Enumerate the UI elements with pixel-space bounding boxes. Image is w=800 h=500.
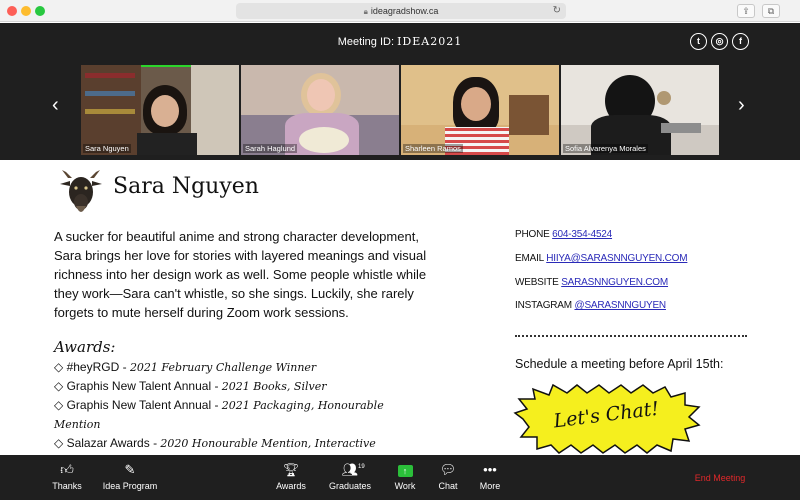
award-item: ◇ #heyRGD - 2021 February Challenge Winn… [54, 360, 317, 374]
participant-strip: Sara Nguyen Sarah Haglund Sharleen Ramos [80, 65, 720, 155]
contact-website: WEBSITE SARASNNGUYEN.COM [515, 277, 785, 288]
email-label: EMAIL [515, 253, 544, 264]
participant-name: Sharleen Ramos [403, 144, 463, 153]
phone-link[interactable]: 604-354-4524 [552, 229, 612, 240]
diamond-bullet-icon: ◇ [54, 379, 64, 393]
participant-name: Sofia Alvarenya Morales [563, 144, 648, 153]
browser-chrome: ‹ 🔒︎ideagradshow.ca ↻ ⇪ ⧉ [0, 0, 800, 22]
meeting-toolbar: 👍︎ Thanks ✎ Idea Program 🏆︎ Awards 👥︎ 19… [0, 455, 800, 500]
award-name: Graphis New Talent Annual [66, 379, 212, 393]
graduates-count: 19 [358, 464, 365, 470]
award-item: ◇ Salazar Awards - 2020 Honourable Menti… [54, 436, 376, 450]
profile-name: Sara Nguyen [113, 174, 259, 199]
award-name: #heyRGD [66, 360, 120, 374]
minimize-window-button[interactable] [21, 6, 31, 16]
url-text: ideagradshow.ca [370, 6, 439, 16]
share-screen-icon: ↑ [397, 464, 413, 477]
profile-bio: A sucker for beautiful anime and strong … [54, 229, 427, 320]
diamond-bullet-icon: ◇ [54, 398, 64, 412]
facebook-icon[interactable]: f [732, 33, 749, 50]
award-name: Graphis New Talent Annual [66, 398, 212, 412]
share-icon[interactable]: ⇪ [737, 4, 755, 18]
participant-name: Sara Nguyen [83, 144, 131, 153]
award-name: Salazar Awards [66, 436, 150, 450]
next-arrow-icon[interactable]: › [738, 95, 745, 115]
instagram-link[interactable]: @SARASNNGUYEN [575, 300, 667, 311]
lets-chat-button[interactable]: Let's Chat! [513, 383, 701, 455]
tabs-icon[interactable]: ⧉ [762, 4, 780, 18]
contact-instagram: INSTAGRAM @SARASNNGUYEN [515, 300, 785, 311]
phone-label: PHONE [515, 229, 550, 240]
website-link[interactable]: SARASNNGUYEN.COM [561, 277, 668, 288]
more-button[interactable]: ••• More [455, 461, 525, 491]
address-bar[interactable]: 🔒︎ ideagradshow.ca ↻ [236, 3, 566, 19]
award-item: ◇ Graphis New Talent Annual - 2021 Packa… [54, 398, 384, 431]
idea-program-button[interactable]: ✎ Idea Program [95, 461, 165, 491]
idea-program-label: Idea Program [102, 481, 158, 491]
participant-tile[interactable]: Sara Nguyen [81, 65, 239, 155]
meeting-id-value: IDEA2021 [397, 35, 463, 48]
diamond-bullet-icon: ◇ [54, 436, 64, 450]
end-meeting-button[interactable]: End Meeting [680, 473, 760, 483]
lock-icon: 🔒︎ [363, 7, 368, 16]
thumbs-up-icon: 👍︎ [60, 462, 74, 477]
more-icon: ••• [483, 462, 497, 477]
award-item: ◇ Graphis New Talent Annual - 2021 Books… [54, 379, 327, 393]
award-detail: 2021 February Challenge Winner [129, 361, 317, 374]
previous-arrow-icon[interactable]: ‹ [52, 95, 59, 115]
participant-tile[interactable]: Sarah Haglund [241, 65, 399, 155]
participant-tile[interactable]: Sharleen Ramos [401, 65, 559, 155]
program-icon: ✎ [124, 462, 136, 477]
awards-list: ◇ #heyRGD - 2021 February Challenge Winn… [54, 358, 429, 453]
instagram-label: INSTAGRAM [515, 300, 572, 311]
thanks-button[interactable]: 👍︎ Thanks [32, 461, 102, 491]
maximize-window-button[interactable] [35, 6, 45, 16]
award-detail: 2021 Books, Silver [221, 380, 327, 393]
meeting-header: Meeting ID: IDEA2021 t ◎ f ‹ › Sara Nguy… [0, 23, 800, 160]
award-detail: 2020 Honourable Mention, Interactive [160, 437, 376, 450]
email-link[interactable]: HIIYA@SARASNNGUYEN.COM [546, 253, 687, 264]
participant-tile[interactable]: Sofia Alvarenya Morales [561, 65, 719, 155]
website-label: WEBSITE [515, 277, 559, 288]
dotted-divider [515, 335, 747, 337]
contact-phone: PHONE 604-354-4524 [515, 229, 785, 240]
awards-heading: Awards: [54, 338, 116, 356]
twitter-icon[interactable]: t [690, 33, 707, 50]
diamond-bullet-icon: ◇ [54, 360, 64, 374]
schedule-text: Schedule a meeting before April 15th: [515, 357, 724, 371]
participant-name: Sarah Haglund [243, 144, 298, 153]
instagram-icon[interactable]: ◎ [711, 33, 728, 50]
more-label: More [479, 481, 501, 491]
meeting-id: Meeting ID: IDEA2021 [0, 35, 800, 48]
meeting-id-label: Meeting ID: [337, 36, 395, 48]
thanks-label: Thanks [52, 481, 82, 491]
reload-icon[interactable]: ↻ [553, 3, 561, 19]
goat-avatar-icon [60, 170, 102, 212]
contact-email: EMAIL HIIYA@SARASNNGUYEN.COM [515, 253, 785, 264]
